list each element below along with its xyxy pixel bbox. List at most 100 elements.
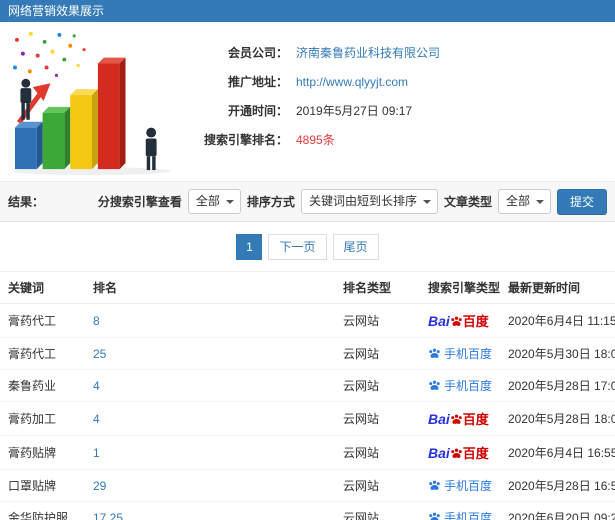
chevron-down-icon xyxy=(422,200,431,204)
page-current[interactable]: 1 xyxy=(236,233,263,260)
company-label: 会员公司： xyxy=(227,46,288,60)
table-row: 秦鲁药业 4 云网站 手机百度 2020年5月28日 17:02 xyxy=(0,369,615,402)
keyword-cell: 膏药加工 xyxy=(0,401,85,436)
table-row: 口罩贴牌 29 云网站 手机百度 2020年5月28日 16:55 xyxy=(0,469,615,502)
updated-cell: 2020年6月4日 11:15 xyxy=(500,303,615,338)
company-link[interactable]: 济南秦鲁药业科技有限公司 xyxy=(296,44,440,61)
updated-cell: 2020年5月28日 16:55 xyxy=(500,469,615,502)
filter-controls: 分搜索引擎查看 全部 排序方式 关键词由短到长排序 文章类型 全部 提交 xyxy=(97,188,607,215)
table-row: 膏药代工 8 云网站 Bai 百度 2020年6月4日 11:15 xyxy=(0,303,615,338)
paw-icon xyxy=(451,448,462,458)
pagination: 1 下一页 尾页 xyxy=(0,222,615,272)
baidu-logo: Bai 百度 xyxy=(428,313,489,329)
paw-icon xyxy=(429,512,440,520)
engine-cell: 手机百度 xyxy=(420,469,500,502)
sort-select[interactable]: 关键词由短到长排序 xyxy=(300,189,438,214)
rank-link[interactable]: 4 xyxy=(85,401,335,436)
engine-cell: 手机百度 xyxy=(420,501,500,520)
rank-type-cell: 云网站 xyxy=(335,369,420,402)
table-row: 金华防护服 17,25 云网站 手机百度 2020年6月20日 09:25 xyxy=(0,501,615,520)
open-time-label: 开通时间： xyxy=(227,104,288,118)
chevron-down-icon xyxy=(535,200,544,204)
mobile-baidu-logo: 手机百度 xyxy=(428,511,492,520)
engine-filter-select[interactable]: 全部 xyxy=(187,189,241,214)
sort-value: 关键词由短到长排序 xyxy=(308,194,417,208)
keyword-cell: 膏药代工 xyxy=(0,303,85,338)
engine-cell: 手机百度 xyxy=(420,369,500,402)
baidu-logo: Bai 百度 xyxy=(428,411,489,427)
bar-chart-graphic xyxy=(13,31,171,176)
rank-type-cell: 云网站 xyxy=(335,337,420,370)
filter-bar: 结果： 分搜索引擎查看 全部 排序方式 关键词由短到长排序 文章类型 全部 提交 xyxy=(0,182,615,222)
keyword-cell: 秦鲁药业 xyxy=(0,369,85,402)
keyword-cell: 膏药贴牌 xyxy=(0,435,85,470)
open-time-row: 开通时间： 2019年5月27日 09:17 xyxy=(178,96,615,125)
engine-filter-value: 全部 xyxy=(195,194,220,208)
site-url-link[interactable]: http://www.qlyyjt.com xyxy=(296,75,408,89)
table-row: 膏药加工 4 云网站 Bai 百度 2020年5月28日 18:03 xyxy=(0,401,615,436)
table-row: 膏药代工 25 云网站 手机百度 2020年5月30日 18:06 xyxy=(0,337,615,370)
mobile-baidu-logo: 手机百度 xyxy=(428,479,492,493)
marketing-chart-illustration xyxy=(0,22,178,181)
paw-icon xyxy=(451,316,462,326)
col-rank: 排名 xyxy=(85,272,335,304)
article-type-value: 全部 xyxy=(505,194,530,208)
updated-cell: 2020年5月30日 18:06 xyxy=(500,337,615,370)
engine-cell: Bai 百度 xyxy=(420,401,500,436)
summary-panel: 会员公司： 济南秦鲁药业科技有限公司 推广地址： http://www.qlyy… xyxy=(0,22,615,182)
paw-icon xyxy=(429,348,440,358)
rank-count-value: 4895条 xyxy=(296,133,335,147)
member-info: 会员公司： 济南秦鲁药业科技有限公司 推广地址： http://www.qlyy… xyxy=(178,22,615,181)
keyword-cell: 口罩贴牌 xyxy=(0,469,85,502)
sort-label: 排序方式 xyxy=(246,195,295,209)
baidu-logo: Bai 百度 xyxy=(428,445,489,461)
mobile-baidu-logo: 手机百度 xyxy=(428,379,492,393)
rank-count-row: 搜索引擎排名： 4895条 xyxy=(178,125,615,154)
submit-button[interactable]: 提交 xyxy=(556,188,607,215)
ranking-table: 关键词 排名 排名类型 搜索引擎类型 最新更新时间 膏药代工 8 云网站 Bai… xyxy=(0,272,615,520)
open-time-value: 2019年5月27日 09:17 xyxy=(296,104,413,118)
site-label: 推广地址： xyxy=(227,75,288,89)
rank-link[interactable]: 1 xyxy=(85,435,335,470)
updated-cell: 2020年6月20日 09:25 xyxy=(500,501,615,520)
mobile-baidu-logo: 手机百度 xyxy=(428,347,492,361)
engine-cell: Bai 百度 xyxy=(420,303,500,338)
company-row: 会员公司： 济南秦鲁药业科技有限公司 xyxy=(178,38,615,67)
article-type-label: 文章类型 xyxy=(443,195,492,209)
rank-link[interactable]: 17,25 xyxy=(85,501,335,520)
rank-type-cell: 云网站 xyxy=(335,501,420,520)
rank-link[interactable]: 4 xyxy=(85,369,335,402)
rank-type-cell: 云网站 xyxy=(335,469,420,502)
keyword-cell: 膏药代工 xyxy=(0,337,85,370)
page-title: 网络营销效果展示 xyxy=(0,0,615,22)
chevron-down-icon xyxy=(225,200,234,204)
table-row: 膏药贴牌 1 云网站 Bai 百度 2020年6月4日 16:55 xyxy=(0,435,615,470)
engine-filter-label: 分搜索引擎查看 xyxy=(97,195,182,209)
paw-icon xyxy=(429,380,440,390)
rank-link[interactable]: 8 xyxy=(85,303,335,338)
site-row: 推广地址： http://www.qlyyjt.com xyxy=(178,67,615,96)
rank-link[interactable]: 29 xyxy=(85,469,335,502)
rank-link[interactable]: 25 xyxy=(85,337,335,370)
table-header-row: 关键词 排名 排名类型 搜索引擎类型 最新更新时间 xyxy=(0,272,615,304)
next-page-button[interactable]: 下一页 xyxy=(268,233,327,260)
updated-cell: 2020年6月4日 16:55 xyxy=(500,435,615,470)
col-keyword: 关键词 xyxy=(0,272,85,304)
rank-type-cell: 云网站 xyxy=(335,435,420,470)
paw-icon xyxy=(429,480,440,490)
article-type-select[interactable]: 全部 xyxy=(497,189,551,214)
rank-count-label: 搜索引擎排名： xyxy=(203,133,288,147)
engine-cell: Bai 百度 xyxy=(420,435,500,470)
last-page-button[interactable]: 尾页 xyxy=(332,233,379,260)
col-updated: 最新更新时间 xyxy=(500,272,615,304)
updated-cell: 2020年5月28日 18:03 xyxy=(500,401,615,436)
rank-type-cell: 云网站 xyxy=(335,401,420,436)
updated-cell: 2020年5月28日 17:02 xyxy=(500,369,615,402)
paw-icon xyxy=(451,414,462,424)
col-engine-type: 搜索引擎类型 xyxy=(420,272,500,304)
rank-type-cell: 云网站 xyxy=(335,303,420,338)
engine-cell: 手机百度 xyxy=(420,337,500,370)
result-label: 结果： xyxy=(8,195,45,209)
keyword-cell: 金华防护服 xyxy=(0,501,85,520)
col-rank-type: 排名类型 xyxy=(335,272,420,304)
